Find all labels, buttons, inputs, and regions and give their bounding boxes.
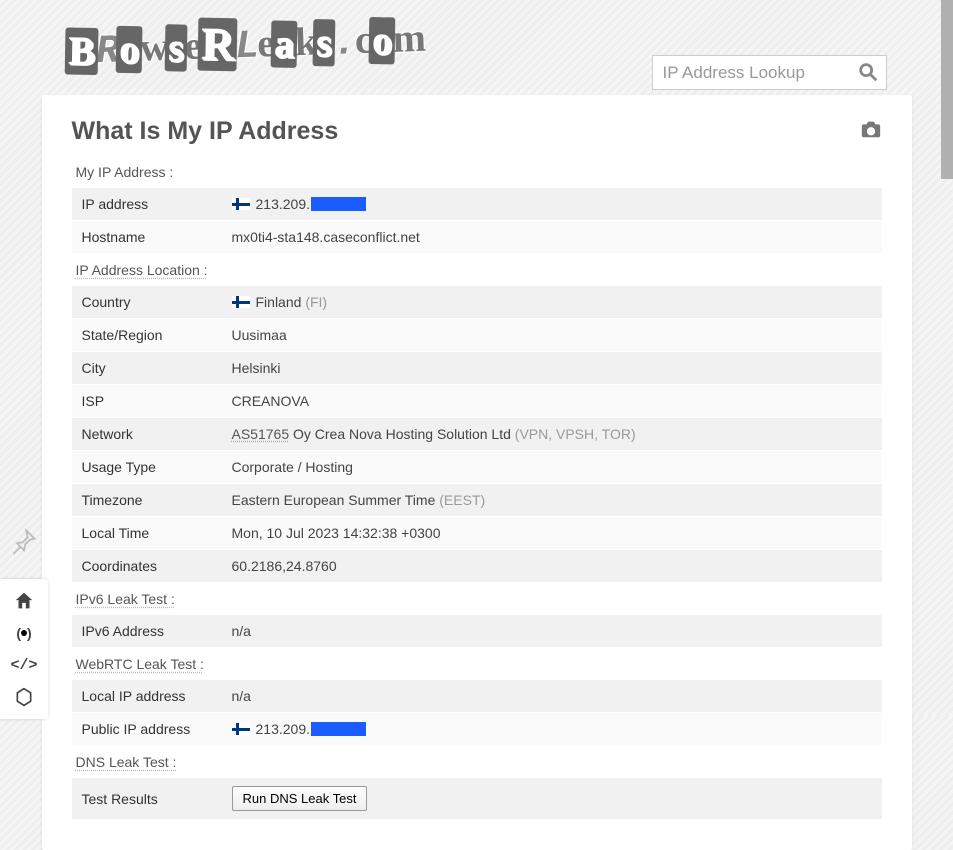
scrollbar-thumb[interactable] <box>941 0 953 179</box>
redacted-ip <box>311 722 366 736</box>
home-icon[interactable] <box>10 587 38 615</box>
label-country: Country <box>72 286 222 319</box>
label-test-results: Test Results <box>72 778 222 820</box>
section-webrtc: WebRTC Leak Test : <box>72 648 882 680</box>
label-ip-address: IP address <box>72 188 222 221</box>
value-hostname: mx0ti4-sta148.caseconflict.net <box>222 221 882 254</box>
value-city: Helsinki <box>222 352 882 385</box>
search-icon[interactable] <box>857 61 879 83</box>
section-dns: DNS Leak Test : <box>72 746 882 778</box>
value-ipv6-address: n/a <box>222 615 882 648</box>
finland-flag-icon <box>232 296 250 308</box>
value-network: AS51765 Oy Crea Nova Hosting Solution Lt… <box>222 418 882 451</box>
label-coordinates: Coordinates <box>72 550 222 583</box>
search-input[interactable] <box>652 55 887 90</box>
label-state: State/Region <box>72 319 222 352</box>
settings-icon[interactable] <box>10 683 38 711</box>
page-title: What Is My IP Address <box>72 117 339 146</box>
asn-link[interactable]: AS51765 <box>232 426 290 442</box>
label-local-ip: Local IP address <box>72 680 222 713</box>
label-city: City <box>72 352 222 385</box>
pin-icon[interactable] <box>10 527 38 555</box>
value-public-ip: 213.209. <box>222 713 882 746</box>
label-ipv6-address: IPv6 Address <box>72 615 222 648</box>
value-local-time: Mon, 10 Jul 2023 14:32:38 +0300 <box>222 517 882 550</box>
section-my-ip: My IP Address : <box>72 156 882 188</box>
value-state: Uusimaa <box>222 319 882 352</box>
label-network: Network <box>72 418 222 451</box>
label-timezone: Timezone <box>72 484 222 517</box>
finland-flag-icon <box>232 198 250 210</box>
run-dns-test-button[interactable]: Run DNS Leak Test <box>232 786 368 811</box>
value-local-ip: n/a <box>222 680 882 713</box>
label-public-ip: Public IP address <box>72 713 222 746</box>
value-ip-address: 213.209. <box>222 188 882 221</box>
code-icon[interactable]: </> <box>10 651 38 679</box>
side-toolbar: () </> <box>0 579 48 719</box>
value-country: Finland (FI) <box>222 286 882 319</box>
value-timezone: Eastern European Summer Time (EEST) <box>222 484 882 517</box>
label-usage-type: Usage Type <box>72 451 222 484</box>
finland-flag-icon <box>232 723 250 735</box>
label-local-time: Local Time <box>72 517 222 550</box>
value-coordinates: 60.2186,24.8760 <box>222 550 882 583</box>
label-isp: ISP <box>72 385 222 418</box>
broadcast-icon[interactable]: () <box>10 619 38 647</box>
label-hostname: Hostname <box>72 221 222 254</box>
screenshot-icon[interactable] <box>860 117 882 146</box>
site-logo[interactable]: BRowseRLeaks.com <box>66 9 425 76</box>
section-ipv6: IPv6 Leak Test : <box>72 583 882 615</box>
value-isp: CREANOVA <box>222 385 882 418</box>
value-usage-type: Corporate / Hosting <box>222 451 882 484</box>
section-location: IP Address Location : <box>72 254 882 286</box>
redacted-ip <box>311 197 366 211</box>
